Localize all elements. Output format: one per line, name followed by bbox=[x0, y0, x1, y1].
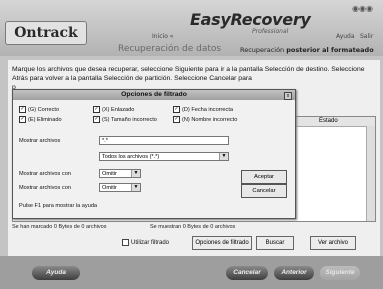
check-eliminado[interactable]: ✓ (E) Eliminado bbox=[19, 116, 62, 123]
ontrack-logo: Ontrack bbox=[5, 21, 87, 45]
previous-button[interactable]: Anterior bbox=[274, 266, 314, 280]
dialog-close-button[interactable]: x bbox=[284, 92, 292, 100]
help-button[interactable]: Ayuda bbox=[32, 266, 80, 280]
section-title: Recuperación de datos bbox=[118, 44, 222, 54]
show-with-value-1: Omitir bbox=[102, 171, 117, 177]
list-scrollbar[interactable] bbox=[366, 126, 375, 221]
help-hint: Pulse F1 para mostrar la ayuda bbox=[19, 203, 98, 209]
search-button[interactable]: Buscar bbox=[256, 236, 294, 250]
checkbox-icon: ✓ bbox=[173, 116, 180, 123]
cancel-dialog-button[interactable]: Cancelar bbox=[241, 184, 287, 198]
status-marked: Se han marcado 0 Bytes de 0 archivos bbox=[12, 224, 107, 230]
check-eliminado-label: (E) Eliminado bbox=[28, 116, 62, 123]
app-window: Ontrack EasyRecovery Professional ◉◉◉ In… bbox=[0, 0, 383, 289]
show-with-dropdown-2[interactable]: Omitir ▼ bbox=[99, 183, 141, 192]
accept-button[interactable]: Aceptar bbox=[241, 170, 287, 184]
show-with-dropdown-1[interactable]: Omitir ▼ bbox=[99, 169, 141, 178]
use-filter-option[interactable]: Utilizar filtrado bbox=[122, 239, 169, 246]
file-type-dropdown[interactable]: Todos los archivos (*.*) ▼ bbox=[99, 152, 229, 161]
nav-salir[interactable]: Salir bbox=[360, 33, 373, 40]
check-correcto[interactable]: ✓ (G) Correcto bbox=[19, 106, 59, 113]
file-type-value: Todos los archivos (*.*) bbox=[102, 154, 160, 160]
next-button[interactable]: Siguiente bbox=[320, 266, 360, 280]
use-filter-checkbox[interactable] bbox=[122, 239, 129, 246]
checkbox-icon: ✓ bbox=[19, 116, 26, 123]
show-files-label: Mostrar archivos bbox=[19, 138, 61, 144]
check-fecha-label: (D) Fecha incorrecta bbox=[182, 106, 233, 113]
filter-options-button[interactable]: Opciones de filtrado bbox=[192, 236, 252, 250]
bottom-bar: Ayuda Cancelar Anterior Siguiente bbox=[0, 256, 383, 289]
check-fecha[interactable]: ✓ (D) Fecha incorrecta bbox=[173, 106, 233, 113]
checkbox-icon: ✓ bbox=[173, 106, 180, 113]
step-prefix: Recuperación bbox=[240, 46, 287, 54]
checkbox-icon: ✓ bbox=[93, 116, 100, 123]
show-with-value-2: Omitir bbox=[102, 185, 117, 191]
checkbox-icon: ✓ bbox=[19, 106, 26, 113]
dialog-title: Opciones de filtrado bbox=[13, 90, 295, 100]
show-with-label-1: Mostrar archivos con bbox=[19, 171, 71, 177]
check-enlazado-label: (X) Enlazado bbox=[102, 106, 135, 113]
chevron-down-icon: ▼ bbox=[131, 184, 140, 191]
filter-options-dialog: Opciones de filtrado x ✓ (G) Correcto ✓ (X… bbox=[12, 89, 296, 219]
title-bar: Ontrack EasyRecovery Professional ◉◉◉ In… bbox=[0, 0, 383, 56]
chevron-down-icon: ▼ bbox=[219, 153, 228, 160]
instructions-text: Marque los archivos que desea recuperar,… bbox=[12, 66, 365, 82]
chevron-down-icon: ▼ bbox=[131, 170, 140, 177]
step-bold: posterior al formateado bbox=[286, 46, 374, 54]
view-file-button[interactable]: Ver archivo bbox=[310, 236, 356, 250]
brand-subtitle: Professional bbox=[252, 28, 289, 35]
nav-ayuda[interactable]: Ayuda bbox=[336, 33, 355, 40]
check-nombre[interactable]: ✓ (N) Nombre incorrecto bbox=[173, 116, 237, 123]
check-tamano[interactable]: ✓ (S) Tamaño incorrecto bbox=[93, 116, 157, 123]
step-title: Recuperación posterior al formateado bbox=[240, 46, 374, 54]
checkbox-icon: ✓ bbox=[93, 106, 100, 113]
show-with-label-2: Mostrar archivos con bbox=[19, 185, 71, 191]
check-correcto-label: (G) Correcto bbox=[28, 106, 60, 113]
window-controls[interactable]: ◉◉◉ bbox=[352, 4, 373, 13]
file-mask-input[interactable]: *.* bbox=[99, 136, 229, 145]
check-enlazado[interactable]: ✓ (X) Enlazado bbox=[93, 106, 134, 113]
status-shown: Se muestran 0 Bytes de 0 archivos bbox=[150, 224, 236, 230]
use-filter-label: Utilizar filtrado bbox=[131, 240, 170, 247]
nav-inicio[interactable]: Inicio « bbox=[152, 33, 173, 40]
cancel-button[interactable]: Cancelar bbox=[226, 266, 268, 280]
check-nombre-label: (N) Nombre incorrecto bbox=[182, 116, 238, 123]
check-tamano-label: (S) Tamaño incorrecto bbox=[102, 116, 157, 123]
column-estado[interactable]: Estado bbox=[319, 118, 338, 124]
easyrecovery-brand: EasyRecovery bbox=[190, 10, 311, 29]
